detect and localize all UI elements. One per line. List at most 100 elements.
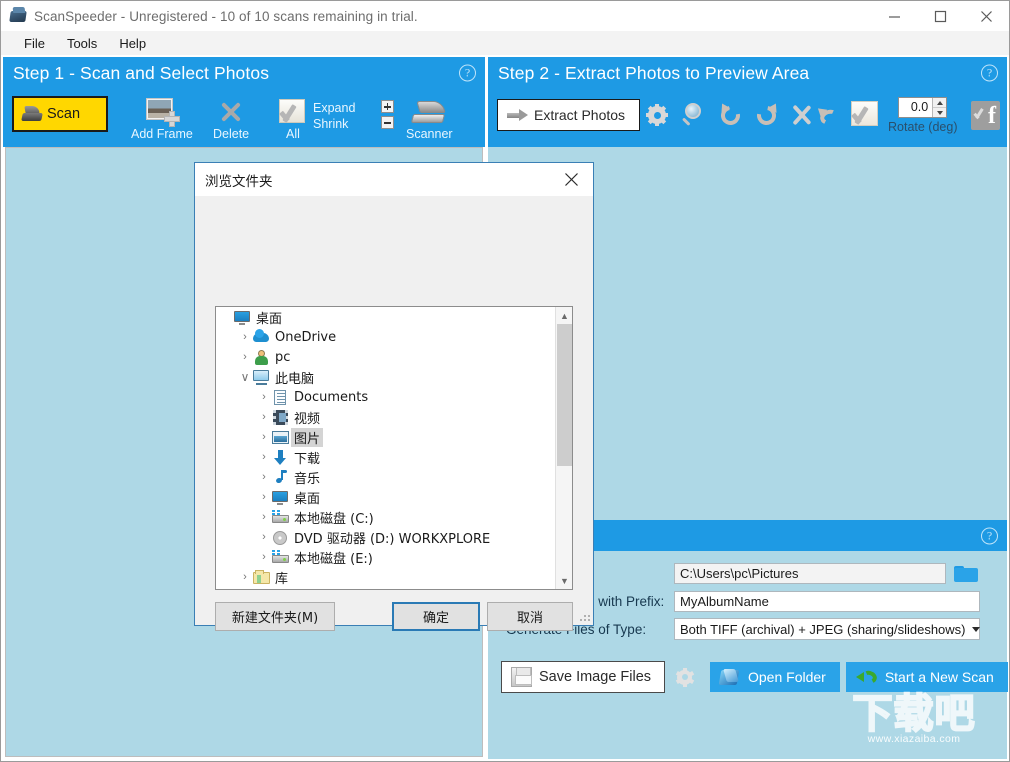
tree-item[interactable]: ∨ 此电脑 <box>216 367 554 387</box>
browse-folder-dialog: 浏览文件夹 桌面 › OneDrive › pc ∨ 此电脑 › Documents › 视频 › 图片… <box>194 162 594 631</box>
tree-item-label: OneDrive <box>275 329 337 345</box>
apply-button[interactable] <box>850 101 880 128</box>
chevron-right-icon[interactable]: › <box>237 331 253 343</box>
tree-item-label: 本地磁盘 (E:) <box>294 551 373 567</box>
rotate-right-icon <box>753 101 781 129</box>
folder-tree[interactable]: 桌面 › OneDrive › pc ∨ 此电脑 › Documents › 视频 › 图片 › 下载 › 音乐… <box>215 306 573 590</box>
add-frame-button[interactable]: Add Frame <box>131 97 193 141</box>
tree-item-label: 音乐 <box>294 471 321 487</box>
tree-item[interactable]: › pc <box>216 347 554 367</box>
shrink-minus-icon[interactable] <box>381 116 394 129</box>
tree-scrollbar[interactable]: ▲ ▼ <box>555 307 572 589</box>
scrollbar-thumb[interactable] <box>557 324 572 466</box>
videos-icon <box>272 409 289 425</box>
chevron-right-icon[interactable]: › <box>256 511 272 523</box>
menu-bar: File Tools Help <box>1 31 1009 55</box>
chevron-right-icon[interactable]: › <box>256 551 272 563</box>
apply-check-icon <box>850 101 880 128</box>
folder-icon[interactable] <box>954 564 978 582</box>
scan-button[interactable]: Scan <box>12 96 108 132</box>
rotate-value[interactable]: 0.0 <box>899 98 932 117</box>
help-icon[interactable]: ? <box>981 527 998 544</box>
maximize-icon[interactable] <box>917 1 963 31</box>
tree-item[interactable]: › 下载 <box>216 447 554 467</box>
tree-item[interactable]: › Documents <box>216 387 554 407</box>
extract-photos-button[interactable]: Extract Photos <box>497 99 640 131</box>
ok-button[interactable]: 确定 <box>392 602 480 631</box>
delete-button[interactable]: Delete <box>213 98 249 141</box>
resize-grip[interactable] <box>579 612 590 623</box>
cancel-button[interactable]: 取消 <box>487 602 573 631</box>
chevron-right-icon[interactable]: › <box>256 471 272 483</box>
rotate-left-button[interactable] <box>717 101 744 129</box>
shrink-label: Shrink <box>313 117 349 131</box>
desktop-icon <box>272 490 289 505</box>
help-icon[interactable]: ? <box>981 64 998 82</box>
dialog-buttons: 新建文件夹(M) 确定 取消 <box>195 602 593 636</box>
help-icon[interactable]: ? <box>459 64 476 82</box>
tree-item-label: 此电脑 <box>275 371 315 387</box>
minimize-icon[interactable] <box>871 1 917 31</box>
save-image-files-button[interactable]: Save Image Files <box>501 661 665 693</box>
chevron-right-icon[interactable]: › <box>256 431 272 443</box>
chevron-right-icon[interactable]: › <box>256 491 272 503</box>
expand-plus-icon[interactable] <box>381 100 394 113</box>
tree-item[interactable]: › 本地磁盘 (C:) <box>216 507 554 527</box>
tree-item[interactable]: › 图片 <box>216 427 554 447</box>
tree-item[interactable]: › 本地磁盘 (E:) <box>216 547 554 567</box>
spinner-arrows[interactable] <box>932 98 947 117</box>
chevron-down-icon[interactable]: ∨ <box>237 370 253 384</box>
close-icon[interactable] <box>549 163 593 196</box>
prefix-input[interactable]: MyAlbumName <box>674 590 980 612</box>
zoom-button[interactable] <box>680 102 706 128</box>
watermark-url: www.xiazaiba.com <box>867 733 961 745</box>
new-folder-button[interactable]: 新建文件夹(M) <box>215 602 335 631</box>
tree-item[interactable]: › 音乐 <box>216 467 554 487</box>
save-settings-button[interactable] <box>675 667 694 687</box>
expand-shrink-steppers <box>381 100 394 129</box>
facebook-share-button[interactable]: f <box>971 101 1000 130</box>
settings-button[interactable] <box>646 104 668 126</box>
folder-tree-list: 桌面 › OneDrive › pc ∨ 此电脑 › Documents › 视频 › 图片 › 下载 › 音乐… <box>216 307 554 589</box>
chevron-right-icon[interactable]: › <box>256 391 272 403</box>
chevron-right-icon[interactable]: › <box>256 451 272 463</box>
tree-item[interactable]: › 库 <box>216 567 554 587</box>
tree-item[interactable]: › OneDrive <box>216 327 554 347</box>
chevron-right-icon[interactable]: › <box>237 571 253 583</box>
chevron-right-icon[interactable]: › <box>256 411 272 423</box>
documents-icon <box>272 389 289 405</box>
tree-item[interactable]: › 视频 <box>216 407 554 427</box>
tree-item[interactable]: 桌面 <box>216 307 554 327</box>
tree-item-label: 下载 <box>294 451 321 467</box>
facebook-icon: f <box>971 101 1000 130</box>
save-button-label: Save Image Files <box>539 669 652 685</box>
close-icon[interactable] <box>963 1 1009 31</box>
rotate-label: Rotate (deg) <box>888 120 958 134</box>
start-new-scan-button[interactable]: Start a New Scan <box>845 662 1008 692</box>
tree-item-label: 视频 <box>294 411 321 427</box>
scroll-down-icon[interactable]: ▼ <box>556 572 572 589</box>
crop-button[interactable] <box>790 103 814 127</box>
tree-item-label: 桌面 <box>256 311 283 327</box>
rotate-right-button[interactable] <box>753 101 781 129</box>
undo-button[interactable] <box>814 104 842 127</box>
menu-item-file[interactable]: File <box>13 34 56 53</box>
pictures-icon <box>272 430 289 445</box>
select-all-button[interactable]: All <box>278 97 308 141</box>
scanner-button[interactable]: Scanner <box>406 99 453 141</box>
scroll-up-icon[interactable]: ▲ <box>556 307 572 324</box>
chevron-right-icon[interactable]: › <box>256 531 272 543</box>
tree-item[interactable]: › DVD 驱动器 (D:) WORKXPLORE <box>216 527 554 547</box>
chevron-right-icon[interactable]: › <box>237 351 253 363</box>
magnifier-icon <box>680 102 706 128</box>
tree-item[interactable]: › 桌面 <box>216 487 554 507</box>
dvd-drive-icon <box>272 530 289 545</box>
menu-item-tools[interactable]: Tools <box>56 34 108 53</box>
output-folder-input[interactable]: C:\Users\pc\Pictures <box>674 562 946 584</box>
rotate-stepper[interactable]: 0.0 <box>898 97 948 118</box>
menu-item-help[interactable]: Help <box>108 34 157 53</box>
step1-toolbar: Scan Add Frame Delete All Expand Shrink … <box>3 89 485 147</box>
open-folder-button[interactable]: Open Folder <box>710 662 840 692</box>
step2-header: Step 2 - Extract Photos to Preview Area … <box>488 57 1007 89</box>
tree-item-label: 图片 <box>291 427 324 447</box>
